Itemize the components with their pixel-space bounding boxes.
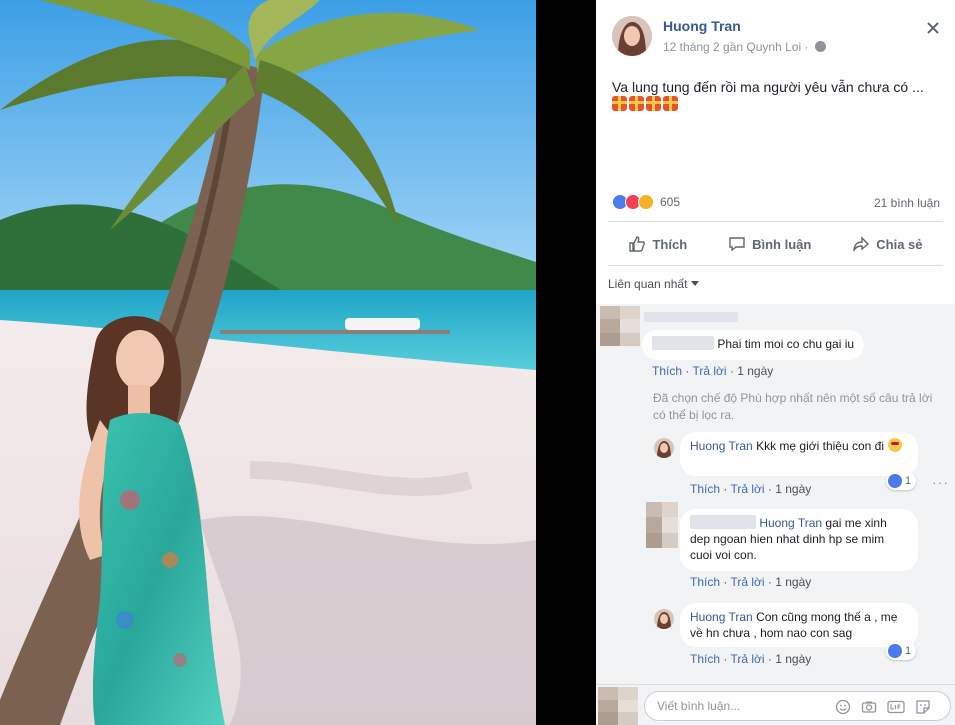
divider bbox=[608, 221, 943, 222]
divider bbox=[608, 265, 943, 266]
gift-icon bbox=[663, 96, 678, 111]
comment-time[interactable]: 1 ngày bbox=[737, 364, 773, 378]
reply-reply-link[interactable]: Trả lời bbox=[730, 575, 764, 589]
sticker-icon[interactable] bbox=[915, 699, 931, 715]
blurred-name bbox=[690, 515, 756, 529]
reply-author[interactable]: Huong Tran bbox=[690, 439, 753, 453]
reply-reply-link[interactable]: Trả lời bbox=[730, 482, 764, 496]
reply-like-count: 1 bbox=[905, 475, 912, 487]
like-button[interactable]: Thích bbox=[628, 235, 687, 253]
like-reaction-icon bbox=[888, 474, 902, 488]
post-panel: Huong Tran 12 tháng 2 gần Quynh Loi · Va… bbox=[596, 0, 955, 725]
current-user-avatar[interactable] bbox=[598, 687, 638, 725]
reply-avatar[interactable] bbox=[646, 502, 678, 548]
post-photo[interactable] bbox=[0, 0, 536, 725]
comment-like-link[interactable]: Thích bbox=[652, 364, 682, 378]
reply-avatar[interactable] bbox=[654, 438, 674, 458]
reply-mention[interactable]: Huong Tran bbox=[759, 516, 822, 530]
reply-bubble: Huong Tran gai me xinh dep ngoan hien nh… bbox=[680, 509, 918, 571]
commenter-avatar[interactable] bbox=[600, 306, 640, 346]
reply-avatar[interactable] bbox=[654, 609, 674, 629]
comment-input[interactable]: Viết bình luận... bbox=[644, 691, 951, 721]
reply-actions: Thích · Trả lời · 1 ngày bbox=[690, 652, 812, 666]
share-icon bbox=[853, 236, 870, 252]
reply-time[interactable]: 1 ngày bbox=[775, 652, 811, 666]
post-text: Va lung tung đến rồi ma người yêu vẫn ch… bbox=[612, 79, 924, 95]
comment-icon bbox=[729, 237, 745, 252]
post-header: Huong Tran 12 tháng 2 gần Quynh Loi · bbox=[612, 16, 942, 56]
globe-icon[interactable] bbox=[814, 41, 826, 52]
reply-time[interactable]: 1 ngày bbox=[775, 575, 811, 589]
blurred-name bbox=[644, 312, 738, 322]
reaction-count[interactable]: 605 bbox=[660, 195, 680, 209]
star-struck-emoji-icon bbox=[888, 438, 902, 452]
post-meta: 12 tháng 2 gần Quynh Loi · bbox=[663, 40, 826, 54]
reaction-summary[interactable]: 605 bbox=[612, 194, 680, 210]
reply-like-badge[interactable]: 1 bbox=[886, 472, 917, 490]
reply-reply-link[interactable]: Trả lời bbox=[730, 652, 764, 666]
reply-like-link[interactable]: Thích bbox=[690, 482, 720, 496]
caret-down-icon bbox=[691, 281, 700, 286]
gift-emoji-row bbox=[612, 96, 678, 111]
reply-bubble: Huong Tran Kkk mẹ giới thiệu con đi bbox=[680, 432, 918, 476]
comment-count[interactable]: 21 bình luận bbox=[874, 196, 940, 210]
comment-sort-dropdown[interactable]: Liên quan nhất bbox=[608, 277, 700, 291]
gift-icon bbox=[646, 96, 661, 111]
beach-photo-image bbox=[0, 0, 536, 725]
emoji-icon[interactable] bbox=[835, 699, 851, 715]
reply-time[interactable]: 1 ngày bbox=[775, 482, 811, 496]
reply-actions: Thích · Trả lời · 1 ngày bbox=[690, 482, 812, 496]
reply-actions: Thích · Trả lời · 1 ngày bbox=[690, 575, 812, 589]
comment-text: Phai tim moi co chu gai iu bbox=[717, 337, 855, 351]
gift-icon bbox=[629, 96, 644, 111]
gif-icon[interactable] bbox=[887, 699, 905, 715]
reply-bubble: Huong Tran Con cũng mong thế a , mẹ về h… bbox=[680, 603, 918, 647]
filter-note: Đã chọn chế độ Phù hợp nhất nên một số c… bbox=[653, 391, 933, 422]
like-reaction-icon bbox=[888, 644, 902, 658]
comment-reply-link[interactable]: Trả lời bbox=[692, 364, 726, 378]
post-author-name[interactable]: Huong Tran bbox=[663, 18, 741, 34]
author-avatar[interactable] bbox=[612, 16, 652, 56]
gift-icon bbox=[612, 96, 627, 111]
comment-composer: Viết bình luận... bbox=[596, 684, 955, 725]
share-button-label: Chia sẻ bbox=[876, 236, 923, 252]
close-icon[interactable] bbox=[926, 20, 940, 38]
reply-like-link[interactable]: Thích bbox=[690, 575, 720, 589]
post-time-location[interactable]: 12 tháng 2 gần Quynh Loi · bbox=[663, 40, 808, 54]
haha-reaction-icon bbox=[638, 194, 654, 210]
reply-text: Kkk mẹ giới thiệu con đi bbox=[756, 439, 884, 453]
sort-label: Liên quan nhất bbox=[608, 277, 688, 291]
blurred-name bbox=[652, 336, 714, 350]
like-button-label: Thích bbox=[652, 236, 688, 252]
reply-author[interactable]: Huong Tran bbox=[690, 610, 753, 624]
photo-viewer: Huong Tran 12 tháng 2 gần Quynh Loi · Va… bbox=[0, 0, 955, 725]
reply-like-badge[interactable]: 1 bbox=[886, 642, 917, 660]
comment-bubble: Phai tim moi co chu gai iu bbox=[642, 330, 865, 360]
reply-like-count: 1 bbox=[905, 645, 912, 657]
like-icon bbox=[629, 236, 646, 252]
more-icon[interactable]: ··· bbox=[932, 474, 949, 490]
action-bar: Thích Bình luận Chia sẻ bbox=[608, 226, 943, 262]
share-button[interactable]: Chia sẻ bbox=[852, 235, 923, 253]
comment-button[interactable]: Bình luận bbox=[728, 235, 811, 253]
camera-icon[interactable] bbox=[861, 699, 877, 715]
comment-input-placeholder: Viết bình luận... bbox=[657, 699, 741, 713]
comment-actions: Thích · Trả lời · 1 ngày bbox=[652, 364, 774, 378]
comment-button-label: Bình luận bbox=[752, 236, 812, 252]
reply-like-link[interactable]: Thích bbox=[690, 652, 720, 666]
